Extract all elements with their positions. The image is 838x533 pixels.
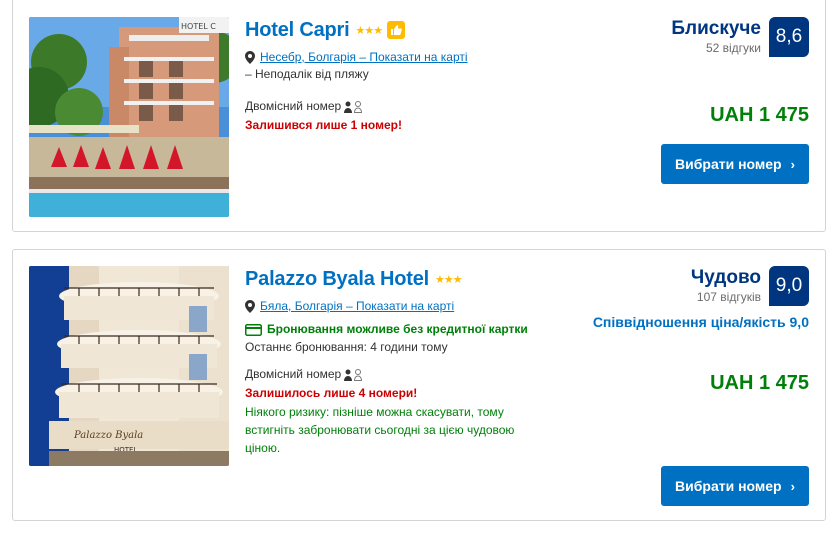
hotel-photo[interactable]: HOTEL C <box>29 17 229 217</box>
last-booked: Останнє бронювання: 4 години тому <box>245 340 448 354</box>
thumbs-up-icon <box>387 21 406 39</box>
location-row: Бяла, Болгарія – Показати на карті <box>245 298 575 314</box>
review-count: 107 відгуків <box>696 290 761 304</box>
no-credit-card-text: Бронювання можливе без кредитної картки <box>267 322 528 336</box>
location-row: Несебр, Болгарія – Показати на карті <box>245 49 575 65</box>
value-for-money-score: Співвідношення ціна/якість 9,0 <box>592 314 809 330</box>
review-word: Блискуче <box>671 18 761 39</box>
review-score-block[interactable]: Чудово 107 відгуків 9,0 <box>691 266 809 306</box>
room-type-label: Двомісний номер <box>245 367 342 381</box>
hotel-card: Palazzo Byala HOTEL Palazzo Byala Hotel … <box>12 249 826 521</box>
no-credit-card-row: Бронювання можливе без кредитної картки <box>245 321 575 338</box>
show-on-map-link[interactable]: Несебр, Болгарія – Показати на карті <box>260 50 468 64</box>
show-on-map-link[interactable]: Бяла, Болгарія – Показати на карті <box>260 299 454 313</box>
hotel-sign: HOTEL C <box>181 22 216 31</box>
free-cancellation-note: Ніякого ризику: пізніше можна скасувати,… <box>245 405 515 455</box>
title-row: Palazzo Byala Hotel ★★★ <box>245 266 575 292</box>
hotel-name-link[interactable]: Hotel Capri <box>245 19 350 42</box>
hotel-capri-photo: HOTEL C <box>29 17 229 217</box>
select-room-button[interactable]: Вибрати номер › <box>661 466 809 506</box>
occupancy-icon <box>344 100 363 113</box>
price: UAH 1 475 <box>710 104 809 126</box>
score-badge: 8,6 <box>769 17 809 57</box>
beach-note: – Неподалік від пляжу <box>245 67 369 81</box>
rooms-left-warning: Залишився лише 1 номер! <box>245 118 402 132</box>
occupancy-icon <box>344 368 363 381</box>
hotel-info: Palazzo Byala Hotel ★★★ Бяла, Болгарія –… <box>245 266 575 457</box>
review-text: Чудово 107 відгуків <box>690 266 761 305</box>
room-type-label: Двомісний номер <box>245 99 342 113</box>
rooms-left-warning: Залишилось лише 4 номери! <box>245 386 418 400</box>
score-badge: 9,0 <box>769 266 809 306</box>
select-room-button[interactable]: Вибрати номер › <box>661 144 809 184</box>
price: UAH 1 475 <box>710 372 809 394</box>
review-count: 52 відгуки <box>705 41 761 55</box>
select-room-label: Вибрати номер <box>675 478 782 494</box>
hotel-card: HOTEL C Hotel Capri ★★★ Несебр, Болгарія… <box>12 0 826 232</box>
hotel-photo[interactable]: Palazzo Byala HOTEL <box>29 266 229 466</box>
select-room-label: Вибрати номер <box>675 156 782 172</box>
room-type: Двомісний номер <box>245 366 575 383</box>
title-row: Hotel Capri ★★★ <box>245 17 575 43</box>
chevron-right-icon: › <box>790 156 795 172</box>
star-rating-icon: ★★★ <box>435 273 463 286</box>
hotel-sign: Palazzo Byala <box>73 430 143 441</box>
hotel-name-link[interactable]: Palazzo Byala Hotel <box>245 268 429 291</box>
review-word: Чудово <box>690 267 761 288</box>
map-pin-icon <box>245 299 255 313</box>
review-score-block[interactable]: Блискуче 52 відгуки 8,6 <box>671 17 809 57</box>
review-text: Блискуче 52 відгуки <box>671 17 761 56</box>
map-pin-icon <box>245 50 255 64</box>
hotel-info: Hotel Capri ★★★ Несебр, Болгарія – Показ… <box>245 17 575 134</box>
room-type: Двомісний номер <box>245 98 575 115</box>
credit-card-icon <box>245 323 262 336</box>
chevron-right-icon: › <box>790 478 795 494</box>
palazzo-byala-photo: Palazzo Byala HOTEL <box>29 266 229 466</box>
star-rating-icon: ★★★ <box>355 24 383 37</box>
